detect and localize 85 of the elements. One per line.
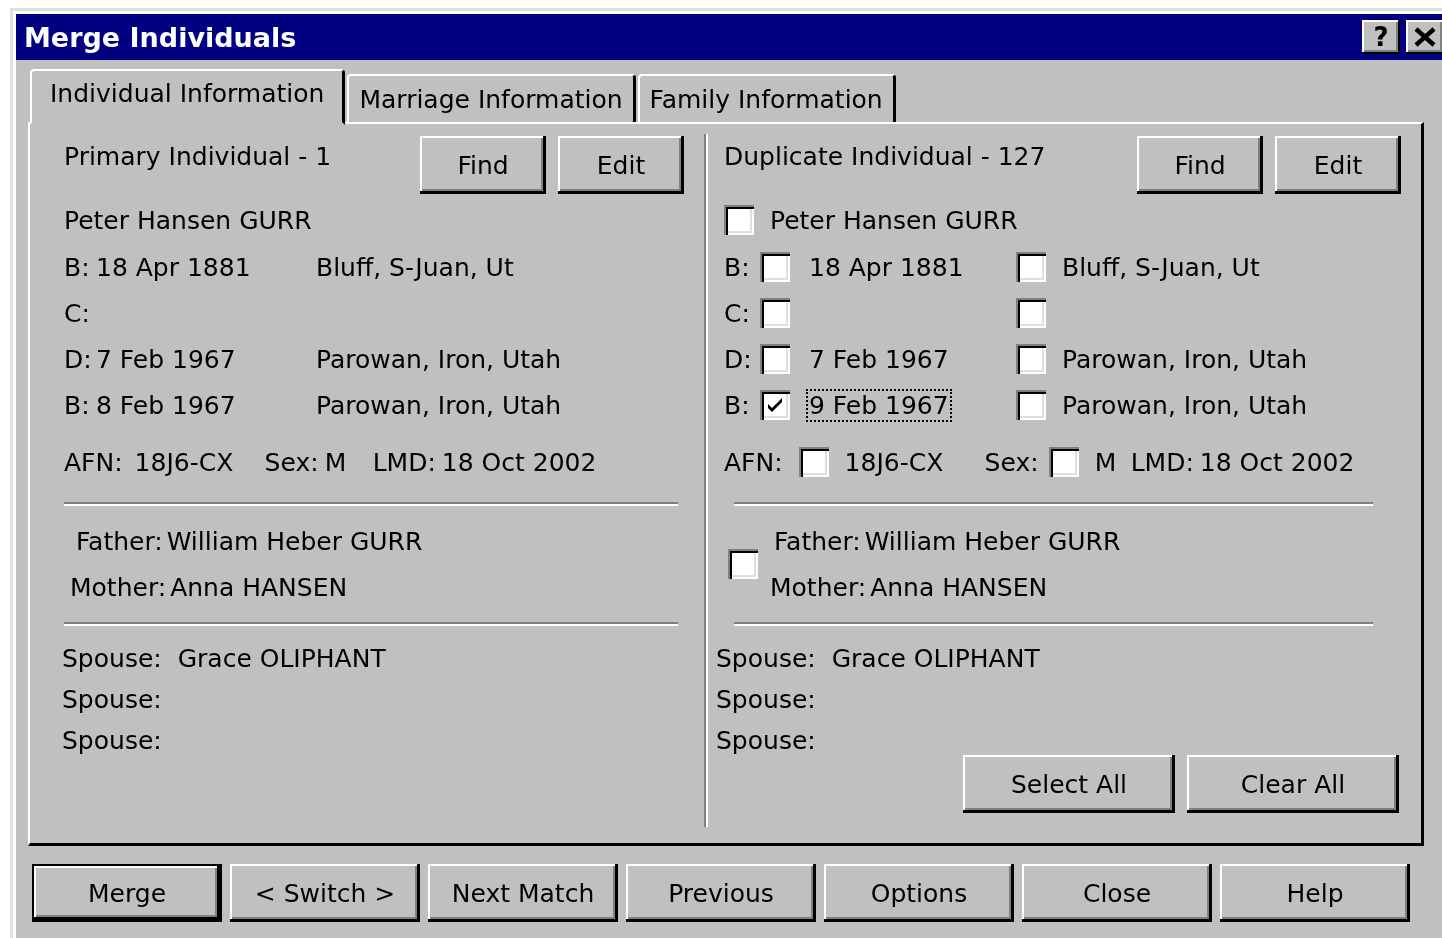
checkbox[interactable]	[760, 390, 790, 420]
checkbox[interactable]	[798, 447, 829, 477]
person-name: Peter Hansen GURR	[64, 205, 312, 235]
checkbox[interactable]	[728, 549, 758, 579]
spouse-label: Spouse:	[716, 644, 816, 673]
checkbox[interactable]	[1016, 344, 1046, 374]
afn-value: 18J6-CX	[844, 447, 944, 477]
spouse-label: Spouse:	[716, 726, 816, 755]
event-label: B:	[724, 390, 751, 420]
spouse-label: Spouse:	[62, 726, 162, 755]
sex-label: Sex:	[984, 447, 1039, 477]
event-date: 7 Feb 1967	[808, 343, 950, 376]
afn-label: AFN:	[724, 447, 783, 477]
event-place: Bluff, S-Juan, Ut	[1062, 252, 1260, 282]
mother-name: Anna HANSEN	[870, 572, 1048, 602]
afn-value: 18J6-CX	[134, 447, 234, 477]
afn-label: AFN:	[64, 447, 123, 477]
close-button[interactable]	[1406, 20, 1442, 54]
father-name: William Heber GURR	[166, 526, 423, 556]
event-label: B:	[64, 390, 91, 420]
dialog-button[interactable]: Close	[1022, 864, 1212, 922]
event-place: Parowan, Iron, Utah	[1062, 344, 1308, 374]
sex-value: M	[324, 447, 347, 477]
check-icon	[766, 396, 784, 414]
edit-button[interactable]: Edit	[1275, 136, 1401, 194]
dialog-button[interactable]: Options	[824, 864, 1014, 922]
mother-label: Mother:	[770, 572, 867, 602]
sex-label: Sex:	[264, 447, 319, 477]
event-label: D:	[64, 344, 93, 374]
checkbox[interactable]	[1016, 298, 1046, 328]
event-date: 18 Apr 1881	[96, 252, 251, 282]
select-all-button[interactable]: Select All	[963, 755, 1175, 813]
dialog-button[interactable]: Help	[1220, 864, 1410, 922]
find-button[interactable]: Find	[420, 136, 546, 194]
father-label: Father:	[774, 526, 861, 556]
mother-name: Anna HANSEN	[170, 572, 348, 602]
person-name: Peter Hansen GURR	[770, 205, 1018, 235]
edit-button[interactable]: Edit	[558, 136, 684, 194]
dialog-button[interactable]: Next Match	[428, 864, 618, 922]
checkbox[interactable]	[760, 252, 790, 282]
spouse-name: Grace OLIPHANT	[831, 644, 1040, 673]
checkbox[interactable]	[1048, 447, 1079, 477]
event-place: Bluff, S-Juan, Ut	[316, 252, 514, 282]
event-date: 8 Feb 1967	[96, 390, 236, 420]
section-heading: Duplicate Individual - 127	[724, 141, 1047, 171]
event-place: Parowan, Iron, Utah	[316, 390, 562, 420]
father-label: Father:	[76, 526, 163, 556]
tab[interactable]: Family Information	[637, 74, 896, 122]
event-label: C:	[64, 298, 91, 328]
lmd-label: LMD:	[372, 447, 436, 477]
close-icon	[1414, 27, 1436, 47]
father-name: William Heber GURR	[864, 526, 1121, 556]
event-date: 18 Apr 1881	[808, 251, 965, 284]
tab[interactable]: Marriage Information	[347, 74, 636, 122]
dialog-button[interactable]: < Switch >	[230, 864, 420, 922]
help-button[interactable]: ?	[1362, 20, 1400, 54]
spouse-label: Spouse:	[62, 644, 162, 673]
sex-value: M	[1094, 447, 1117, 477]
lmd-value: 18 Oct 2002	[1199, 447, 1355, 477]
window-title: Merge Individuals	[24, 21, 298, 53]
dialog-button[interactable]: Merge	[32, 864, 222, 922]
dialog-button[interactable]: Previous	[626, 864, 816, 922]
checkbox[interactable]	[760, 344, 790, 374]
spouse-label: Spouse:	[716, 685, 816, 714]
event-label: B:	[64, 252, 91, 282]
checkbox[interactable]	[1016, 390, 1046, 420]
event-date: 7 Feb 1967	[96, 344, 236, 374]
event-date: 9 Feb 1967	[806, 388, 952, 422]
checkbox[interactable]	[760, 298, 790, 328]
event-place: Parowan, Iron, Utah	[1062, 390, 1308, 420]
section-heading: Primary Individual - 1	[64, 141, 333, 171]
checkbox[interactable]	[1016, 252, 1046, 282]
event-label: D:	[724, 344, 753, 374]
tab[interactable]: Individual Information	[30, 69, 346, 125]
event-label: C:	[724, 298, 751, 328]
find-button[interactable]: Find	[1137, 136, 1263, 194]
spouse-label: Spouse:	[62, 685, 162, 714]
event-label: B:	[724, 252, 751, 282]
spouse-name: Grace OLIPHANT	[177, 644, 386, 673]
checkbox[interactable]	[724, 205, 754, 235]
event-place: Parowan, Iron, Utah	[316, 344, 562, 374]
lmd-value: 18 Oct 2002	[441, 447, 597, 477]
mother-label: Mother:	[70, 572, 167, 602]
clear-all-button[interactable]: Clear All	[1187, 755, 1399, 813]
lmd-label: LMD:	[1130, 447, 1194, 477]
